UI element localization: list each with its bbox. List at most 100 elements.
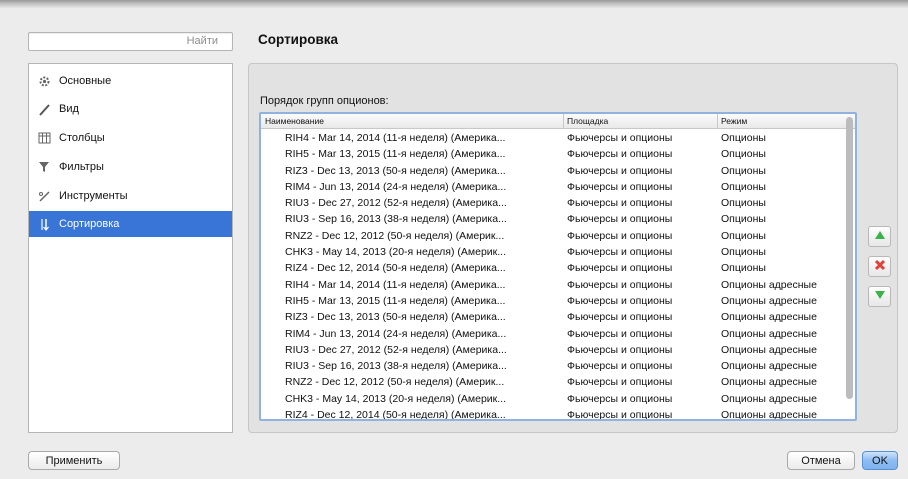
delete-x-icon [874, 259, 886, 274]
cell-venue: Фьючерсы и опционы [567, 148, 673, 161]
cell-venue: Фьючерсы и опционы [567, 343, 673, 356]
cell-mode: Опционы адресные [721, 311, 817, 324]
cell-venue: Фьючерсы и опционы [567, 392, 673, 405]
sidebar-item-view[interactable]: Вид [29, 96, 232, 122]
cell-mode: Опционы [721, 180, 766, 193]
table-row[interactable]: CHK3 - May 14, 2013 (20-я неделя) (Амери… [261, 391, 855, 407]
cell-mode: Опционы [721, 262, 766, 275]
table-row[interactable]: RIZ3 - Dec 13, 2013 (50-я неделя) (Амери… [261, 163, 855, 179]
tools-icon [37, 189, 51, 203]
table-row[interactable]: RIU3 - Sep 16, 2013 (38-я неделя) (Амери… [261, 358, 855, 374]
cell-name: RIH4 - Mar 14, 2014 (11-я неделя) (Амери… [285, 278, 506, 291]
column-header-mode[interactable]: Режим [721, 116, 747, 128]
cell-mode: Опционы [721, 229, 766, 242]
cell-mode: Опционы [721, 197, 766, 210]
cell-venue: Фьючерсы и опционы [567, 278, 673, 291]
cell-name: RIM4 - Jun 13, 2014 (24-я неделя) (Амери… [285, 327, 507, 340]
cell-venue: Фьючерсы и опционы [567, 376, 673, 389]
cell-venue: Фьючерсы и опционы [567, 132, 673, 144]
table-row[interactable]: RNZ2 - Dec 12, 2012 (50-я неделя) (Амери… [261, 374, 855, 390]
cell-mode: Опционы адресные [721, 409, 817, 421]
search-input[interactable]: Найти [28, 32, 233, 51]
table-row[interactable]: RIZ4 - Dec 12, 2014 (50-я неделя) (Амери… [261, 407, 855, 421]
column-separator [563, 114, 564, 129]
sidebar-item-tools[interactable]: Инструменты [29, 183, 232, 209]
filter-icon [37, 160, 51, 174]
cell-venue: Фьючерсы и опционы [567, 180, 673, 193]
cell-venue: Фьючерсы и опционы [567, 409, 673, 421]
column-header-name[interactable]: Наименование [265, 116, 324, 128]
table-row[interactable]: RIH4 - Mar 14, 2014 (11-я неделя) (Амери… [261, 130, 855, 146]
cell-name: RNZ2 - Dec 12, 2012 (50-я неделя) (Амери… [285, 376, 505, 389]
table-header: Наименование Площадка Режим [261, 114, 855, 129]
sidebar-item-label: Столбцы [59, 132, 105, 144]
move-up-button[interactable] [868, 226, 891, 247]
cell-mode: Опционы [721, 246, 766, 259]
cell-mode: Опционы адресные [721, 392, 817, 405]
table-row[interactable]: RIU3 - Sep 16, 2013 (38-я неделя) (Амери… [261, 211, 855, 227]
search-placeholder: Найти [186, 35, 218, 47]
table-body: RIH4 - Mar 14, 2014 (11-я неделя) (Амери… [261, 130, 855, 421]
vertical-scrollbar[interactable] [846, 117, 853, 399]
sidebar-item-label: Инструменты [59, 190, 128, 202]
cell-name: RIU3 - Dec 27, 2012 (52-я неделя) (Амери… [285, 343, 507, 356]
cell-venue: Фьючерсы и опционы [567, 294, 673, 307]
cell-name: RIH5 - Mar 13, 2015 (11-я неделя) (Амери… [285, 294, 506, 307]
table-row[interactable]: RNZ2 - Dec 12, 2012 (50-я неделя) (Амери… [261, 228, 855, 244]
column-separator [717, 114, 718, 129]
delete-button[interactable] [868, 256, 891, 277]
cell-mode: Опционы [721, 148, 766, 161]
move-down-button[interactable] [868, 286, 891, 307]
cell-venue: Фьючерсы и опционы [567, 213, 673, 226]
sidebar-item-columns[interactable]: Столбцы [29, 125, 232, 151]
apply-button[interactable]: Применить [28, 451, 120, 470]
window-top-edge [0, 0, 908, 8]
cell-mode: Опционы адресные [721, 278, 817, 291]
column-header-venue[interactable]: Площадка [567, 116, 608, 128]
table-row[interactable]: RIZ4 - Dec 12, 2014 (50-я неделя) (Амери… [261, 260, 855, 276]
cancel-button[interactable]: Отмена [787, 451, 855, 470]
cell-name: RIZ3 - Dec 13, 2013 (50-я неделя) (Амери… [285, 164, 506, 177]
cell-mode: Опционы адресные [721, 327, 817, 340]
option-groups-table[interactable]: Наименование Площадка Режим RIH4 - Mar 1… [259, 112, 857, 421]
cell-mode: Опционы адресные [721, 360, 817, 373]
table-row[interactable]: RIM4 - Jun 13, 2014 (24-я неделя) (Амери… [261, 179, 855, 195]
sidebar-item-sorting[interactable]: Сортировка [29, 211, 232, 237]
cell-venue: Фьючерсы и опционы [567, 311, 673, 324]
table-row[interactable]: RIH5 - Mar 13, 2015 (11-я неделя) (Амери… [261, 293, 855, 309]
page-title: Сортировка [258, 32, 339, 47]
cell-venue: Фьючерсы и опционы [567, 327, 673, 340]
cell-venue: Фьючерсы и опционы [567, 197, 673, 210]
sidebar-item-label: Сортировка [59, 218, 120, 230]
table-row[interactable]: CHK3 - May 14, 2013 (20-я неделя) (Амери… [261, 244, 855, 260]
sidebar: Основные Вид Столбцы Фильтры Инструменты… [28, 63, 233, 433]
ok-button[interactable]: OK [862, 451, 898, 470]
sidebar-item-filters[interactable]: Фильтры [29, 154, 232, 180]
cell-venue: Фьючерсы и опционы [567, 164, 673, 177]
cell-name: RNZ2 - Dec 12, 2012 (50-я неделя) (Амери… [285, 229, 505, 242]
cell-name: RIH4 - Mar 14, 2014 (11-я неделя) (Амери… [285, 132, 506, 144]
cell-name: RIZ3 - Dec 13, 2013 (50-я неделя) (Амери… [285, 311, 506, 324]
table-row[interactable]: RIU3 - Dec 27, 2012 (52-я неделя) (Амери… [261, 195, 855, 211]
cell-name: RIZ4 - Dec 12, 2014 (50-я неделя) (Амери… [285, 409, 506, 421]
table-row[interactable]: RIM4 - Jun 13, 2014 (24-я неделя) (Амери… [261, 326, 855, 342]
cell-venue: Фьючерсы и опционы [567, 262, 673, 275]
table-row[interactable]: RIH5 - Mar 13, 2015 (11-я неделя) (Амери… [261, 146, 855, 162]
cell-name: CHK3 - May 14, 2013 (20-я неделя) (Амери… [285, 246, 507, 259]
cell-name: RIU3 - Sep 16, 2013 (38-я неделя) (Амери… [285, 213, 507, 226]
arrow-down-icon [874, 290, 886, 303]
cell-mode: Опционы адресные [721, 376, 817, 389]
cell-venue: Фьючерсы и опционы [567, 229, 673, 242]
cell-venue: Фьючерсы и опционы [567, 360, 673, 373]
cell-name: RIH5 - Mar 13, 2015 (11-я неделя) (Амери… [285, 148, 506, 161]
table-row[interactable]: RIZ3 - Dec 13, 2013 (50-я неделя) (Амери… [261, 309, 855, 325]
table-row[interactable]: RIH4 - Mar 14, 2014 (11-я неделя) (Амери… [261, 277, 855, 293]
sidebar-item-label: Фильтры [59, 161, 104, 173]
sidebar-item-general[interactable]: Основные [29, 68, 232, 94]
cell-name: RIU3 - Sep 16, 2013 (38-я неделя) (Амери… [285, 360, 507, 373]
table-row[interactable]: RIU3 - Dec 27, 2012 (52-я неделя) (Амери… [261, 342, 855, 358]
cell-name: RIZ4 - Dec 12, 2014 (50-я неделя) (Амери… [285, 262, 506, 275]
cell-mode: Опционы [721, 132, 766, 144]
cell-name: RIU3 - Dec 27, 2012 (52-я неделя) (Амери… [285, 197, 507, 210]
sidebar-item-label: Вид [59, 103, 79, 115]
